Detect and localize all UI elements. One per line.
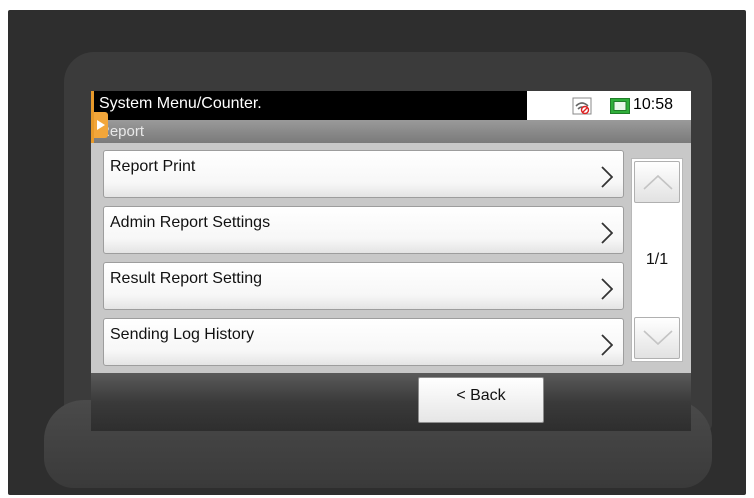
menu-list: Report Print Admin Report Settings Resul… — [103, 150, 624, 374]
menu-item-result-report-setting[interactable]: Result Report Setting — [103, 262, 624, 310]
chevron-right-icon — [601, 278, 613, 300]
chevron-up-icon — [643, 174, 673, 190]
chevron-down-icon — [643, 330, 673, 346]
page-counter: 1/1 — [645, 251, 669, 268]
side-panel-tab[interactable] — [91, 91, 109, 143]
chevron-right-icon — [601, 166, 613, 188]
menu-item-admin-report-settings[interactable]: Admin Report Settings — [103, 206, 624, 254]
chevron-right-icon — [601, 222, 613, 244]
menu-item-label: Admin Report Settings — [110, 214, 271, 231]
back-button[interactable]: < Back — [418, 377, 544, 423]
menu-item-sending-log-history[interactable]: Sending Log History — [103, 318, 624, 366]
menu-item-label: Sending Log History — [110, 326, 255, 343]
screen-header: Report — [91, 120, 691, 143]
status-title-area: System Menu/Counter. — [91, 91, 527, 120]
device-status-icon — [610, 98, 630, 114]
menu-item-report-print[interactable]: Report Print — [103, 150, 624, 198]
status-title: System Menu/Counter. — [99, 95, 262, 112]
clock-time: 10:58 — [633, 96, 674, 113]
menu-item-label: Report Print — [110, 158, 196, 175]
status-bar: System Menu/Counter. 10:58 — [91, 91, 691, 120]
touch-screen: System Menu/Counter. 10:58 Report Report… — [91, 91, 691, 431]
scroll-down-button[interactable] — [634, 317, 680, 359]
network-disconnected-icon — [572, 97, 592, 115]
chevron-right-icon — [601, 334, 613, 356]
side-panel-handle[interactable] — [94, 112, 108, 138]
footer-bar: < Back — [91, 373, 691, 431]
page-scroller: 1/1 — [631, 158, 683, 362]
arrow-right-icon — [97, 120, 105, 130]
menu-item-label: Result Report Setting — [110, 270, 263, 287]
scroll-up-button[interactable] — [634, 161, 680, 203]
device-body: System Menu/Counter. 10:58 Report Report… — [8, 10, 746, 495]
